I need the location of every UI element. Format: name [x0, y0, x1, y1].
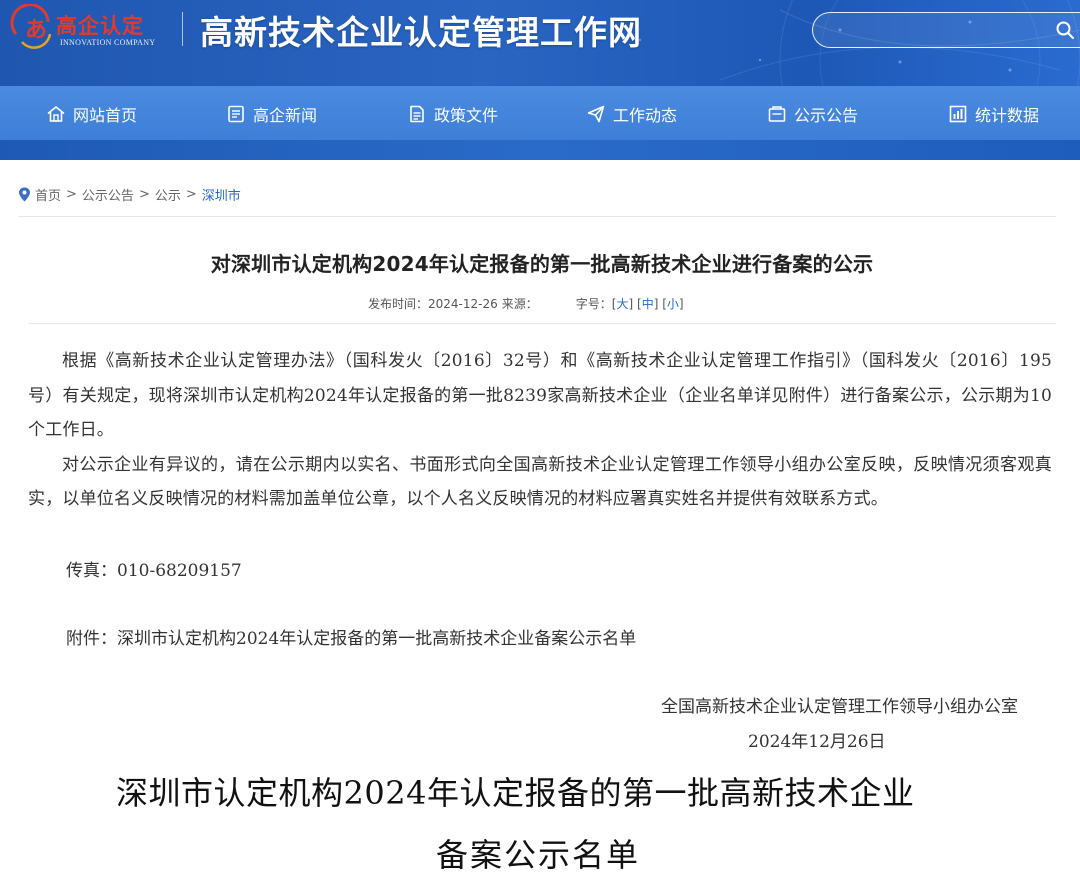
header-banner: あ 高企认定 INNOVATION COMPANY 高新技术企业认定管理工作网 — [0, 0, 1080, 86]
publish-time-label: 发布时间： — [368, 297, 429, 311]
fax-number: 传真：010-68209157 — [66, 561, 242, 581]
divider — [28, 323, 1056, 324]
search-icon[interactable] — [1055, 20, 1075, 40]
article-title: 对深圳市认定机构2024年认定报备的第一批高新技术企业进行备案的公示 — [210, 252, 874, 276]
article-meta: 发布时间： 2024-12-26 来源： 字号： [大] [中] [小] — [368, 295, 684, 312]
home-icon — [47, 106, 65, 122]
nav-label: 高企新闻 — [253, 106, 318, 125]
breadcrumb-separator: > — [66, 186, 77, 202]
divider — [18, 216, 1056, 217]
nav-item-notice[interactable]: 公示公告 — [767, 86, 858, 142]
breadcrumb-publicity[interactable]: 公示 — [155, 185, 181, 204]
breadcrumb-home[interactable]: 首页 — [35, 185, 61, 204]
location-pin-icon — [19, 187, 30, 201]
nav-item-home[interactable]: 网站首页 — [46, 86, 137, 142]
source-label: 来源： — [501, 297, 538, 311]
signature-organization: 全国高新技术企业认定管理工作领导小组办公室 — [661, 697, 1018, 717]
svg-text:あ: あ — [25, 17, 47, 43]
article-paragraph: 对公示企业有异议的，请在公示期内以实名、书面形式向全国高新技术企业认定管理工作领… — [28, 454, 1052, 510]
breadcrumb-separator: > — [185, 186, 197, 202]
logo-subtext: INNOVATION COMPANY — [60, 38, 156, 47]
notice-icon — [768, 106, 786, 122]
document-icon — [410, 105, 424, 123]
breadcrumb-separator: > — [138, 186, 150, 202]
nav-bottom-strip — [0, 140, 1080, 160]
nav-item-work[interactable]: 工作动态 — [586, 86, 677, 142]
font-size-small-link[interactable]: 小 — [667, 295, 679, 312]
paper-plane-icon — [587, 105, 605, 123]
chart-icon — [949, 105, 967, 123]
nav-item-news[interactable]: 高企新闻 — [226, 86, 317, 142]
publish-date: 2024-12-26 — [428, 296, 498, 311]
site-logo[interactable]: あ 高企认定 INNOVATION COMPANY — [8, 4, 180, 50]
breadcrumb-notices[interactable]: 公示公告 — [82, 185, 134, 204]
nav-label: 公示公告 — [794, 106, 859, 125]
nav-item-stats[interactable]: 统计数据 — [948, 86, 1039, 142]
font-size-label: 字号： — [575, 297, 612, 311]
nav-label: 网站首页 — [73, 106, 138, 125]
list-title-line-2: 备案公示名单 — [436, 836, 641, 874]
breadcrumb: 首页 > 公示公告 > 公示 > 深圳市 — [18, 184, 241, 204]
search-input[interactable] — [827, 19, 1047, 41]
nav-item-policy[interactable]: 政策文件 — [407, 86, 498, 142]
nav-label: 工作动态 — [613, 106, 678, 125]
logo-divider — [182, 12, 183, 46]
site-title: 高新技术企业认定管理工作网 — [200, 13, 642, 52]
article-paragraph: 根据《高新技术企业认定管理办法》（国科发火〔2016〕32号）和《高新技术企业认… — [28, 351, 1052, 440]
news-icon — [228, 105, 244, 123]
article-body: 根据《高新技术企业认定管理办法》（国科发火〔2016〕32号）和《高新技术企业认… — [28, 344, 1052, 517]
nav-label: 政策文件 — [434, 106, 499, 125]
breadcrumb-shenzhen[interactable]: 深圳市 — [202, 185, 241, 204]
list-title-line-1: 深圳市认定机构2024年认定报备的第一批高新技术企业 — [116, 774, 915, 812]
font-size-large-link[interactable]: 大 — [616, 295, 628, 312]
attachment-link[interactable]: 附件：深圳市认定机构2024年认定报备的第一批高新技术企业备案公示名单 — [66, 624, 636, 649]
signature-date: 2024年12月26日 — [748, 732, 886, 752]
font-size-medium-link[interactable]: 中 — [642, 295, 654, 312]
logo-mark-icon: あ — [10, 4, 52, 49]
logo-text: 高企认定 — [56, 13, 144, 38]
search-box — [812, 12, 1080, 48]
nav-label: 统计数据 — [975, 106, 1040, 125]
